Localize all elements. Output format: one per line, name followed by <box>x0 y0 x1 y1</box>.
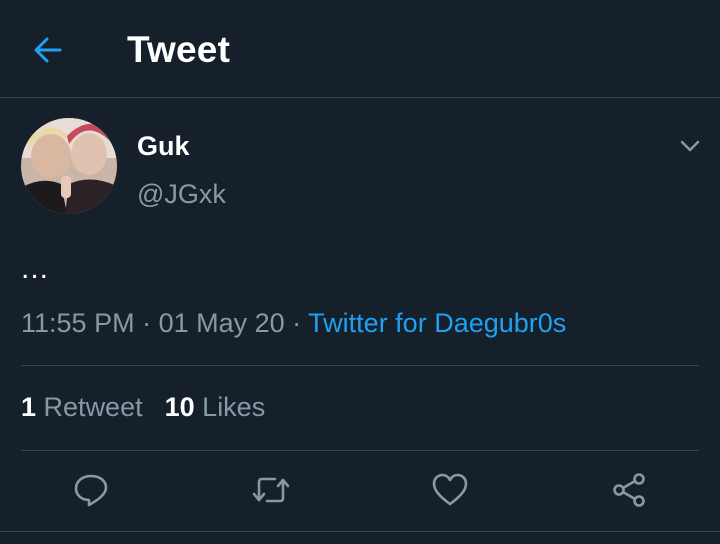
avatar-photo <box>21 118 117 214</box>
user-handle[interactable]: @JGxk <box>137 179 226 210</box>
retweet-label: Retweet <box>43 392 143 422</box>
heart-icon <box>432 473 468 506</box>
tweet-text: ... <box>21 252 50 285</box>
like-button[interactable] <box>430 470 470 510</box>
meta-separator: · <box>284 308 309 338</box>
meta-separator: · <box>134 308 159 338</box>
action-bar <box>0 452 720 530</box>
avatar[interactable] <box>21 118 117 214</box>
retweet-icon <box>252 477 290 503</box>
reply-button[interactable] <box>71 470 111 510</box>
display-name[interactable]: Guk <box>137 131 190 162</box>
divider <box>0 531 720 532</box>
like-count: 10 <box>164 392 195 422</box>
tweet-source-link[interactable]: Twitter for Daegubr0s <box>308 308 566 338</box>
chevron-down-icon <box>680 140 700 152</box>
top-bar: Tweet <box>0 0 720 98</box>
share-button[interactable] <box>610 470 650 510</box>
like-label: Likes <box>202 392 266 422</box>
more-options-button[interactable] <box>676 132 704 160</box>
arrow-left-icon <box>34 37 62 63</box>
divider <box>21 450 699 451</box>
reply-icon <box>74 474 108 507</box>
tweet-metadata: 11:55 PM · 01 May 20 · Twitter for Daegu… <box>21 308 566 339</box>
share-icon <box>613 473 645 507</box>
engagement-stats: 1 Retweet 10 Likes <box>21 392 265 423</box>
retweet-count: 1 <box>21 392 37 422</box>
tweet-date: 01 May 20 <box>158 308 285 338</box>
divider <box>21 365 699 366</box>
page-title: Tweet <box>127 29 231 70</box>
tweet-time: 11:55 PM <box>21 308 135 338</box>
retweets-stat[interactable]: 1 Retweet <box>21 392 143 422</box>
back-button[interactable] <box>28 30 68 70</box>
likes-stat[interactable]: 10 Likes <box>165 392 266 422</box>
retweet-button[interactable] <box>251 470 291 510</box>
